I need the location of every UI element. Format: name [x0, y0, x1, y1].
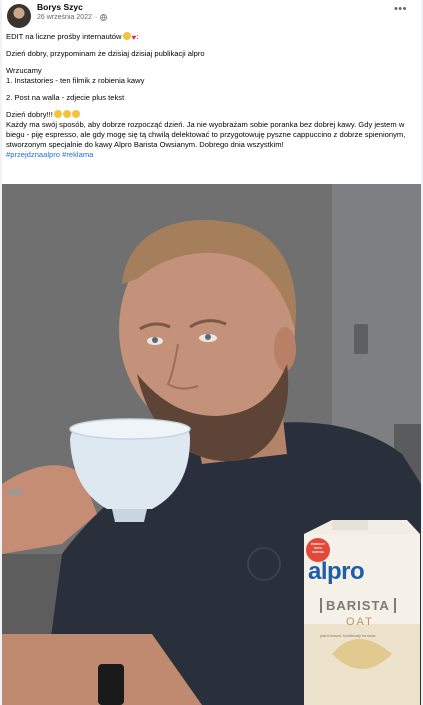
globe-icon: [100, 14, 108, 21]
smiling-emoji-icon: [122, 32, 131, 40]
carton-badge-text: PERFECT WITH COFFEE: [310, 542, 325, 554]
list-item-2: 2. Post na walla - zdjecie plus tekst: [6, 93, 125, 102]
hashtags[interactable]: #przejdznaalpro #reklama: [6, 150, 416, 160]
edit-line: EDIT na liczne prośby internautów ♥:: [6, 32, 139, 42]
post-meta: 26 września 2022 ·: [37, 14, 108, 21]
post-date[interactable]: 26 września 2022: [37, 14, 92, 21]
list-item-1: 1. Instastories - ten filmik z robienia …: [6, 76, 145, 85]
post-paragraph: Każdy ma swój sposób, aby dobrze rozpocz…: [6, 120, 408, 149]
carton-subtitle: plant-based, foodready formula: [320, 633, 376, 638]
reminder-line: Dzień dobry, przypominam że dzisiaj dzis…: [6, 49, 205, 58]
author-name[interactable]: Borys Szyc: [37, 2, 83, 12]
greeting-line: Dzień dobry!!!: [6, 110, 416, 120]
smiling-emoji-icon: [53, 110, 62, 118]
carton-brand: alpro: [308, 558, 365, 585]
post-card: Borys Szyc 26 września 2022 · ••• EDIT n…: [2, 0, 421, 705]
post-header: Borys Szyc 26 września 2022 · •••: [2, 0, 421, 30]
author-avatar[interactable]: [7, 4, 31, 28]
more-options-button[interactable]: •••: [394, 4, 407, 15]
watch: [98, 664, 124, 705]
smiling-emoji-icon: [71, 110, 80, 118]
wrzucamy-line: Wrzucamy: [6, 66, 42, 75]
ring: [8, 489, 22, 495]
post-photo[interactable]: PERFECT WITH COFFEE alpro BARISTA OAT pl…: [2, 184, 421, 705]
smiling-emoji-icon: [62, 110, 71, 118]
carton-variant: OAT: [346, 616, 374, 628]
carton-product: BARISTA: [320, 598, 396, 613]
post-text: EDIT na liczne prośby internautów ♥: Dzie…: [6, 32, 416, 160]
